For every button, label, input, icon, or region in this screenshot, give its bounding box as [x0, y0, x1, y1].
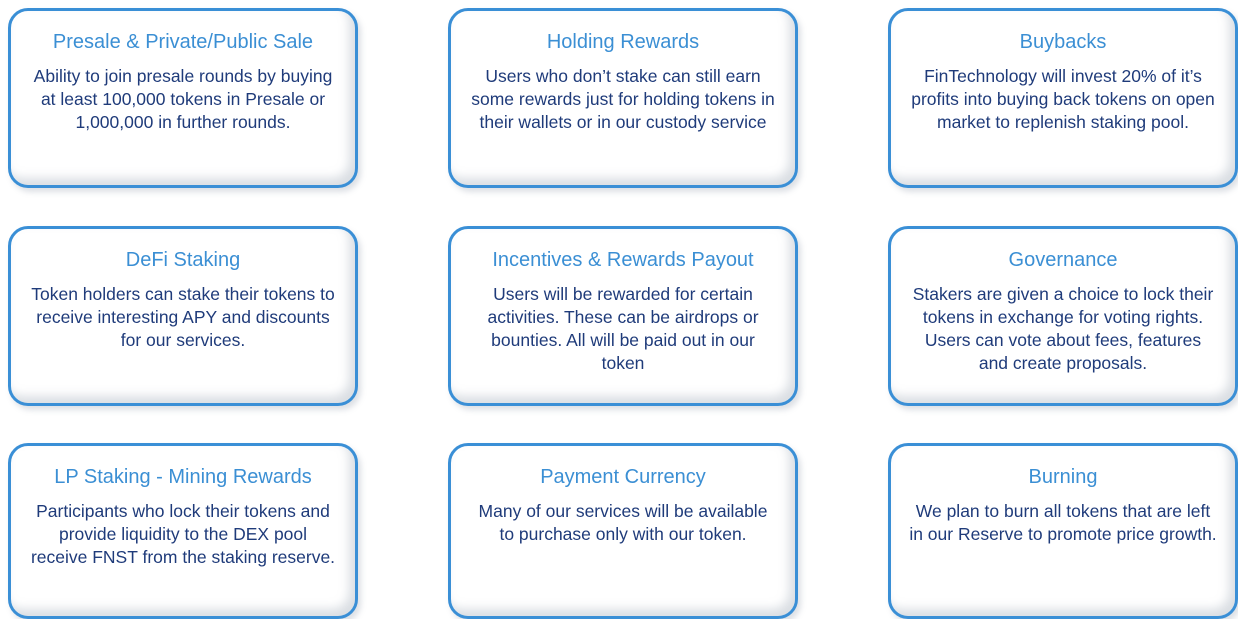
card-title: Governance [1008, 249, 1118, 271]
card-title: Holding Rewards [546, 31, 700, 53]
card-title: LP Staking - Mining Rewards [54, 466, 312, 488]
card-presale-sale: Presale & Private/Public Sale Ability to… [8, 8, 358, 188]
card-title: Burning [1028, 466, 1098, 488]
card-description: FinTechnology will invest 20% of it’s pr… [911, 66, 1215, 132]
card-governance: Governance Stakers are given a choice to… [888, 226, 1238, 406]
card-title: Incentives & Rewards Payout [492, 249, 754, 271]
card-description: Participants who lock their tokens and p… [30, 501, 336, 567]
card-incentives-rewards: Incentives & Rewards Payout Users will b… [448, 226, 798, 406]
card-title: DeFi Staking [125, 249, 241, 271]
card-buybacks: Buybacks FinTechnology will invest 20% o… [888, 8, 1238, 188]
card-title: Buybacks [1019, 31, 1107, 53]
card-description: Token holders can stake their tokens to … [31, 284, 335, 350]
card-lp-staking: LP Staking - Mining Rewards Participants… [8, 443, 358, 619]
card-payment-currency: Payment Currency Many of our services wi… [448, 443, 798, 619]
card-holding-rewards: Holding Rewards Users who don’t stake ca… [448, 8, 798, 188]
card-description: Users who don’t stake can still earn som… [471, 66, 775, 132]
card-description: Users will be rewarded for certain activ… [487, 284, 759, 373]
card-burning: Burning We plan to burn all tokens that … [888, 443, 1238, 619]
card-description: Stakers are given a choice to lock their… [912, 284, 1214, 373]
feature-card-grid: Presale & Private/Public Sale Ability to… [0, 0, 1238, 619]
card-description: Ability to join presale rounds by buying… [33, 66, 333, 132]
card-title: Payment Currency [540, 466, 706, 488]
card-defi-staking: DeFi Staking Token holders can stake the… [8, 226, 358, 406]
card-description: We plan to burn all tokens that are left… [909, 501, 1217, 544]
card-description: Many of our services will be available t… [478, 501, 768, 544]
card-title: Presale & Private/Public Sale [52, 31, 314, 53]
